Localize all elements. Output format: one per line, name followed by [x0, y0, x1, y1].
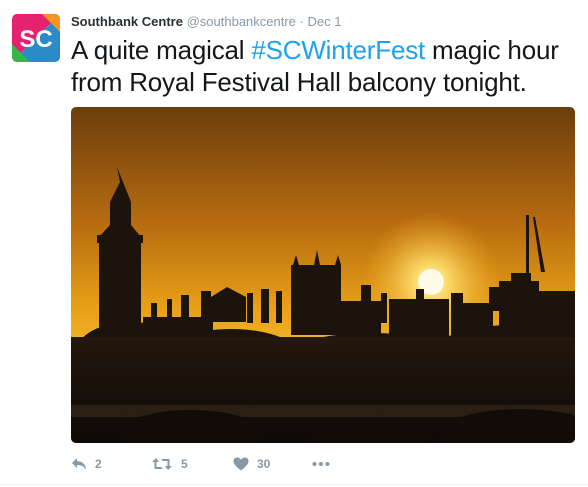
retweet-icon	[152, 458, 172, 470]
reply-icon	[72, 458, 86, 470]
tweet-date[interactable]: Dec 1	[308, 14, 342, 29]
tweet-photo[interactable]	[71, 107, 575, 443]
retweet-button[interactable]: 5	[151, 454, 188, 474]
more-button[interactable]	[312, 454, 330, 474]
tweet[interactable]: SC Southbank Centre @southbankcentre · D…	[0, 0, 588, 487]
separator-dot: ·	[299, 14, 304, 29]
sunset-photo	[71, 107, 575, 443]
like-button[interactable]: 30	[233, 454, 270, 474]
like-count: 30	[257, 457, 271, 471]
avatar-text: SC	[19, 26, 52, 53]
tweet-header: Southbank Centre @southbankcentre · Dec …	[71, 13, 341, 31]
more-icon	[312, 462, 330, 466]
account-name[interactable]: Southbank Centre	[71, 14, 183, 29]
southbank-centre-logo: SC	[12, 14, 60, 62]
avatar[interactable]: SC	[12, 14, 60, 62]
heart-icon	[233, 457, 249, 471]
tweet-text-part: A quite magical	[71, 35, 252, 65]
account-handle[interactable]: @southbankcentre	[187, 14, 296, 29]
reply-button[interactable]: 2	[71, 454, 102, 474]
tweet-text: A quite magical #SCWinterFest magic hour…	[71, 34, 581, 98]
retweet-count: 5	[181, 457, 188, 471]
hashtag-link[interactable]: #SCWinterFest	[251, 35, 425, 65]
divider	[0, 484, 588, 485]
reply-count: 2	[95, 457, 102, 471]
